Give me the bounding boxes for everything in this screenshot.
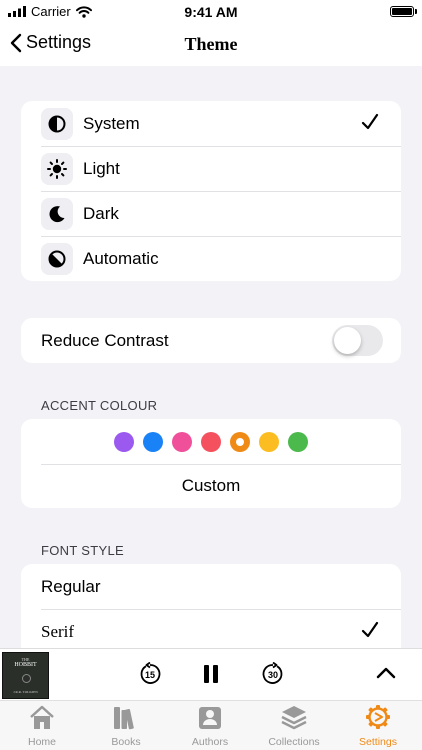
mini-player: THE HOBBIT J.R.R. TOLKIEN 15 30 <box>0 648 422 700</box>
accent-swatch-red[interactable] <box>201 431 221 452</box>
sun-icon <box>41 152 73 185</box>
accent-colour-header: ACCENT COLOUR <box>41 398 158 413</box>
theme-option-label: Light <box>83 158 120 178</box>
theme-option-label: System <box>83 113 140 133</box>
accent-swatches <box>21 419 401 464</box>
books-icon <box>114 707 134 730</box>
checkmark-icon <box>361 113 379 130</box>
checkmark-icon <box>361 621 379 638</box>
skip-forward-icon: 30 <box>262 661 283 684</box>
skip-back-button[interactable]: 15 <box>138 661 162 691</box>
tab-home[interactable]: Home <box>0 704 84 748</box>
theme-option-dark[interactable]: Dark <box>21 191 401 236</box>
accent-swatch-blue[interactable] <box>143 431 163 452</box>
battery-tip <box>415 9 417 14</box>
chevron-up-icon <box>376 667 396 679</box>
pause-icon <box>204 665 218 683</box>
tab-bar: Home Books Authors Collections Settings <box>0 700 422 750</box>
font-style-card: Regular Serif <box>21 564 401 648</box>
font-option-regular[interactable]: Regular <box>21 564 401 609</box>
font-option-label: Serif <box>41 621 75 641</box>
theme-options-card: System Light Dark Automatic <box>21 101 401 281</box>
cover-title: HOBBIT <box>14 662 37 668</box>
theme-option-automatic[interactable]: Automatic <box>21 236 401 281</box>
skip-back-icon: 15 <box>140 661 161 684</box>
toggle-knob <box>334 327 361 354</box>
cover-author: J.R.R. TOLKIEN <box>13 690 38 694</box>
accent-swatch-pink[interactable] <box>172 431 192 452</box>
accent-swatch-orange[interactable] <box>230 431 250 452</box>
font-option-label: Regular <box>41 576 101 596</box>
auto-contrast-icon <box>41 242 73 275</box>
accent-swatch-green[interactable] <box>288 431 308 452</box>
moon-icon <box>41 197 73 230</box>
page-title: Theme <box>184 34 238 54</box>
status-time: 9:41 AM <box>184 4 238 20</box>
font-style-header: FONT STYLE <box>41 543 124 558</box>
expand-player-button[interactable] <box>376 666 396 684</box>
half-circle-icon <box>41 107 73 140</box>
authors-icon <box>199 707 221 729</box>
theme-option-system[interactable]: System <box>21 101 401 146</box>
tab-authors[interactable]: Authors <box>168 704 252 748</box>
reduce-contrast-card: Reduce Contrast <box>21 318 401 363</box>
collections-icon <box>281 706 307 730</box>
accent-swatch-yellow[interactable] <box>259 431 279 452</box>
tab-label: Home <box>27 736 56 748</box>
pause-button[interactable] <box>203 665 219 688</box>
battery-icon <box>390 6 414 17</box>
accent-swatch-purple[interactable] <box>114 431 134 452</box>
theme-option-label: Automatic <box>83 248 159 268</box>
status-bar: Carrier 9:41 AM <box>0 0 422 24</box>
skip-forward-label: 30 <box>268 670 278 680</box>
tab-label: Authors <box>191 736 229 748</box>
tab-books[interactable]: Books <box>84 704 168 748</box>
theme-option-label: Dark <box>83 203 119 223</box>
tab-label: Books <box>111 736 141 748</box>
reduce-contrast-row: Reduce Contrast <box>21 318 401 363</box>
navigation-bar: Settings Theme <box>0 24 422 66</box>
settings-gear-icon <box>366 705 390 729</box>
custom-colour-button[interactable]: Custom <box>21 464 401 508</box>
tab-collections[interactable]: Collections <box>252 704 336 748</box>
accent-colour-card: Custom <box>21 419 401 508</box>
tab-label: Collections <box>268 736 320 748</box>
reduce-contrast-label: Reduce Contrast <box>41 330 169 350</box>
font-option-serif[interactable]: Serif <box>21 609 401 648</box>
home-icon <box>30 705 54 729</box>
book-cover[interactable]: THE HOBBIT J.R.R. TOLKIEN <box>2 652 49 699</box>
tab-label: Settings <box>359 736 397 748</box>
tab-settings[interactable]: Settings <box>336 704 420 748</box>
reduce-contrast-toggle[interactable] <box>332 325 383 356</box>
cover-ring-icon <box>22 674 31 683</box>
skip-forward-button[interactable]: 30 <box>261 661 285 691</box>
skip-back-label: 15 <box>145 670 155 680</box>
theme-option-light[interactable]: Light <box>21 146 401 191</box>
